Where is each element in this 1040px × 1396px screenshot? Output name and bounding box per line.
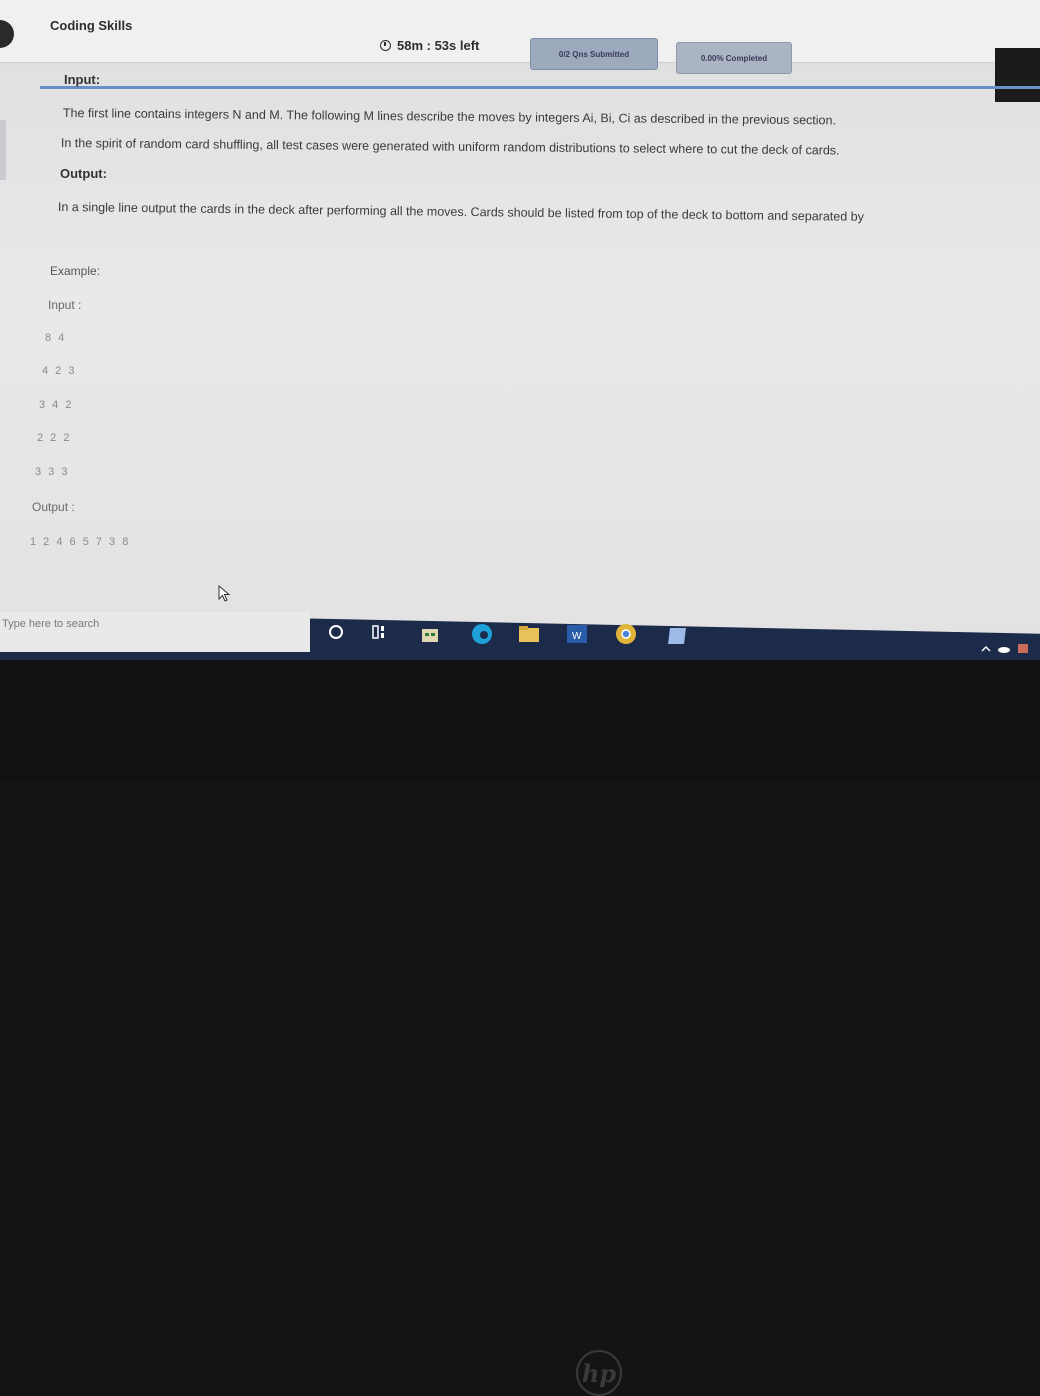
example-input-line: 8 4 [45,332,67,344]
input-description-line-2: In the spirit of random card shuffling, … [60,136,840,158]
screen: Coding Skills 58m : 53s left 0/2 Qns Sub… [0,0,1040,660]
example-heading: Example: [50,264,101,278]
example-input-line: 3 3 3 [35,466,70,478]
example-output-value: 1 2 4 6 5 7 3 8 [30,536,131,548]
edge-icon[interactable] [470,622,494,646]
store-icon[interactable] [420,624,440,644]
example-input-label: Input : [48,298,82,312]
example-output-label: Output : [32,500,75,514]
output-description: In a single line output the cards in the… [57,200,864,224]
svg-text:W: W [572,631,582,642]
hp-logo: hp [576,1350,622,1396]
system-tray[interactable] [980,640,1040,656]
task-view-icon[interactable] [372,624,390,640]
notes-icon[interactable] [666,626,688,646]
example-input-line: 2 2 2 [37,432,72,444]
chrome-icon[interactable] [614,622,638,646]
laptop-bezel: hp [0,660,1040,1396]
taskbar-search-placeholder: Type here to search [2,618,100,630]
output-heading: Output: [60,166,107,181]
file-explorer-icon[interactable] [518,624,540,644]
input-description-line-1: The first line contains integers N and M… [62,106,837,128]
input-heading: Input: [64,72,101,87]
example-input-line: 4 2 3 [42,365,77,377]
mouse-cursor-icon [218,585,231,602]
word-icon[interactable]: W [566,624,588,644]
example-input-line: 3 4 2 [39,399,74,411]
problem-content: Input: The first line contains integers … [0,0,1040,660]
cortana-icon[interactable] [328,624,344,640]
